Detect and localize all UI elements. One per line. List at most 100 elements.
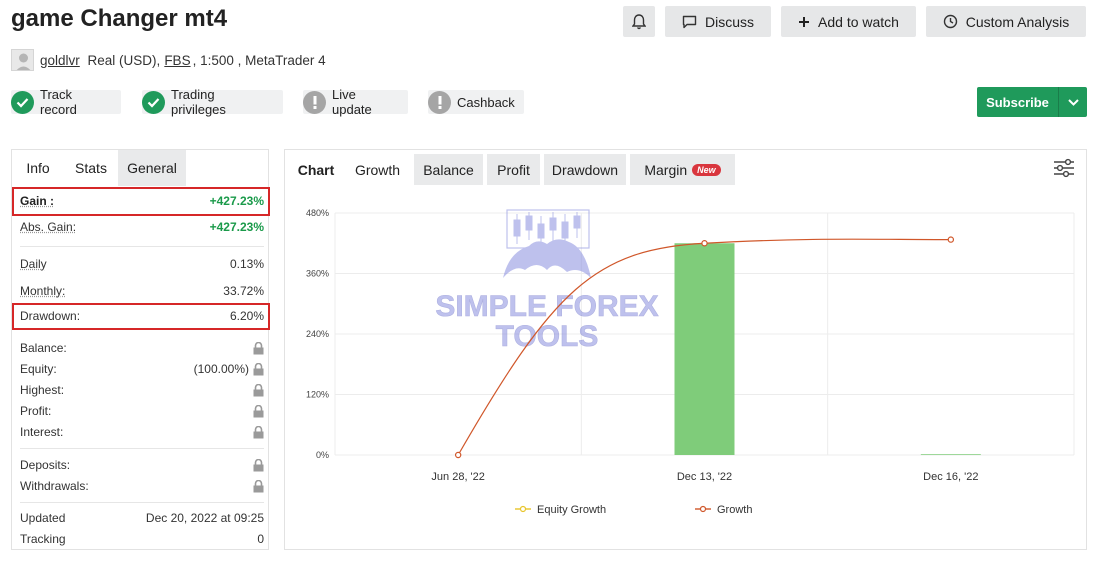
tracking-value: 0 <box>257 532 264 546</box>
cashback-label: Cashback <box>457 94 515 110</box>
lock-icon <box>253 479 264 492</box>
tab-balance[interactable]: Balance <box>414 154 483 185</box>
stat-deposits: Deposits: <box>20 458 264 472</box>
growth-point <box>454 451 462 459</box>
bull-bear-icon <box>503 239 591 278</box>
lock-icon <box>253 362 264 375</box>
stat-updated: Updated Dec 20, 2022 at 09:25 <box>20 511 264 525</box>
account-leverage-platform: , 1:500 , MetaTrader 4 <box>192 52 326 68</box>
bell-icon <box>632 13 646 29</box>
chart-legend: Equity Growth Growth <box>515 504 752 516</box>
page-title: game Changer mt4 <box>11 5 228 32</box>
lock-icon <box>253 341 264 354</box>
x-tick-label: Dec 13, '22 <box>677 471 732 483</box>
track-record-badge[interactable]: Track record <box>11 87 121 117</box>
tab-drawdown[interactable]: Drawdown <box>544 154 626 185</box>
tab-margin[interactable]: Margin New <box>630 154 735 185</box>
user-icon <box>16 53 31 70</box>
y-tick-label: 480% <box>306 208 329 218</box>
stat-balance: Balance: <box>20 341 264 355</box>
stat-interest: Interest: <box>20 425 264 439</box>
live-update-badge[interactable]: Live update <box>303 87 408 117</box>
highest-label: Highest: <box>20 383 65 397</box>
daily-label: Daily <box>20 257 47 271</box>
daily-value: 0.13% <box>229 257 264 271</box>
notification-button[interactable] <box>623 6 655 37</box>
y-tick-label: 0% <box>316 450 329 460</box>
new-badge: New <box>692 163 721 176</box>
growth-point <box>947 236 955 243</box>
stat-abs-gain: Abs. Gain: +427.23% <box>20 220 264 234</box>
chart-settings-button[interactable] <box>1053 158 1075 181</box>
updated-label: Updated <box>20 511 66 525</box>
discuss-button[interactable]: Discuss <box>665 6 771 37</box>
stat-gain: Gain : +427.23% <box>20 194 264 208</box>
watermark-line2: TOOLS <box>496 320 599 353</box>
tab-profit[interactable]: Profit <box>487 154 540 185</box>
live-update-label: Live update <box>332 87 372 117</box>
exclamation-icon <box>303 90 326 114</box>
balance-label: Balance: <box>20 341 67 355</box>
stats-tabs: Info Stats General <box>12 150 268 186</box>
interest-label: Interest: <box>20 425 64 439</box>
custom-analysis-button[interactable]: Custom Analysis <box>926 6 1086 37</box>
y-axis-ticks: 0% 120% 240% 360% 480% <box>306 208 329 460</box>
chart-panel: Chart Growth Balance Profit Drawdown Mar… <box>284 149 1087 550</box>
subscribe-button[interactable]: Subscribe <box>977 87 1087 117</box>
lock-icon <box>253 404 264 417</box>
bar <box>674 243 735 455</box>
x-tick-label: Dec 16, '22 <box>923 471 978 483</box>
candlestick-icon <box>513 212 581 246</box>
margin-label: Margin <box>644 161 688 178</box>
monthly-value: 33.72% <box>223 284 264 298</box>
withdrawals-label: Withdrawals: <box>20 479 89 493</box>
trading-privileges-badge[interactable]: Trading privileges <box>142 87 283 117</box>
stat-equity: Equity: (100.00%) <box>20 362 264 376</box>
drawdown-label: Drawdown: <box>20 309 81 323</box>
abs-gain-label: Abs. Gain: <box>20 220 77 234</box>
clock-icon <box>943 14 957 29</box>
add-to-watch-button[interactable]: Add to watch <box>781 6 916 37</box>
account-type-text: Real (USD), <box>87 52 161 68</box>
bar <box>920 454 981 455</box>
monthly-label: Monthly: <box>20 284 66 298</box>
add-to-watch-label: Add to watch <box>818 13 899 30</box>
subscribe-dropdown[interactable] <box>1059 98 1087 106</box>
trading-privileges-label: Trading privileges <box>171 87 226 117</box>
x-tick-label: Jun 28, '22 <box>431 471 484 483</box>
user-link[interactable]: goldlvr <box>40 53 80 68</box>
growth-chart: 0% 120% 240% 360% 480% Jun 28, '22 Dec 13, '2… <box>306 208 1075 516</box>
avatar <box>11 49 34 71</box>
stat-drawdown: Drawdown: 6.20% <box>20 309 264 323</box>
stat-profit: Profit: <box>20 404 264 418</box>
y-tick-label: 240% <box>306 329 329 339</box>
stat-withdrawals: Withdrawals: <box>20 479 264 493</box>
tab-stats[interactable]: Stats <box>64 150 118 186</box>
cashback-badge[interactable]: Cashback <box>428 90 524 114</box>
discuss-label: Discuss <box>704 13 754 30</box>
legend-growth-label: Growth <box>717 504 752 516</box>
growth-point <box>701 240 708 247</box>
stat-monthly: Monthly: 33.72% <box>20 284 264 298</box>
tab-chart[interactable]: Chart <box>291 154 341 185</box>
account-type <box>80 53 84 68</box>
broker-link[interactable]: FBS <box>164 53 190 68</box>
lock-icon <box>253 383 264 396</box>
legend-growth: Growth <box>695 504 752 516</box>
tab-growth[interactable]: Growth <box>345 154 410 185</box>
custom-analysis-label: Custom Analysis <box>965 13 1070 30</box>
watermark-line1: SIMPLE FOREX <box>435 290 658 323</box>
subscribe-label: Subscribe <box>986 94 1049 110</box>
stat-highest: Highest: <box>20 383 264 397</box>
stat-daily: Daily 0.13% <box>20 257 264 271</box>
tab-general[interactable]: General <box>118 150 186 186</box>
x-axis-ticks: Jun 28, '22 Dec 13, '22 Dec 16, '22 <box>431 471 978 483</box>
legend-equity-growth: Equity Growth <box>515 504 606 516</box>
equity-label: Equity: <box>20 362 57 376</box>
deposits-label: Deposits: <box>20 458 71 472</box>
tab-info[interactable]: Info <box>12 150 64 186</box>
gain-label: Gain : <box>20 194 55 208</box>
stat-tracking: Tracking 0 <box>20 532 264 546</box>
chat-icon <box>682 15 697 28</box>
track-record-label: Track record <box>40 87 77 117</box>
